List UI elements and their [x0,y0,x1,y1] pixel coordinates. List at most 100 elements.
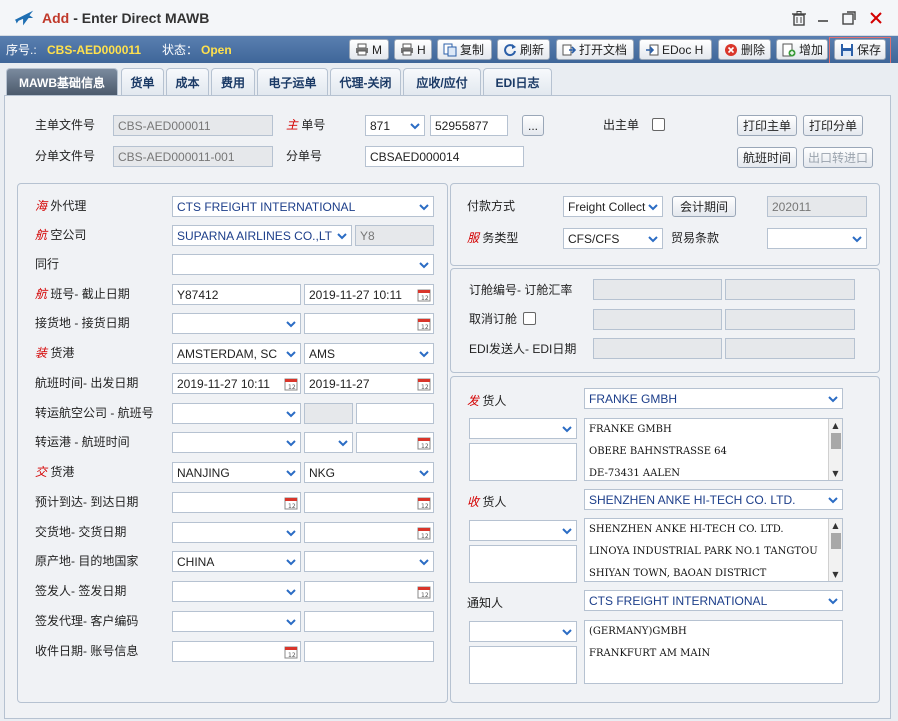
tab-receivable-payable[interactable]: 应收/应付 [403,68,481,95]
tab-edi-log[interactable]: EDI日志 [483,68,552,95]
handover-date-picker[interactable]: 12 [304,522,434,543]
export-to-import-button[interactable]: 出口转进口 [803,147,873,168]
house-no-input[interactable]: CBSAED000014 [365,146,524,167]
handover-place-select[interactable] [172,522,301,543]
minimize-icon[interactable] [813,8,833,28]
tab-mawb-basic[interactable]: MAWB基础信息 [6,68,118,95]
pickup-date-picker[interactable]: 12 [304,313,434,334]
calendar-icon[interactable]: 12 [417,317,431,331]
delivery-port-code-select[interactable]: NKG [304,462,434,483]
receipt-date-picker[interactable]: 12 [172,641,301,662]
transfer-flight-time-picker[interactable]: 12 [356,432,434,453]
calendar-icon[interactable]: 12 [284,377,298,391]
notify-address-textarea[interactable]: (GERMANY)GMBH FRANKFURT AM MAIN [584,620,843,684]
shipper-type-select[interactable] [469,418,577,439]
customer-code-input[interactable] [304,611,434,632]
notify-type-select[interactable] [469,621,577,642]
consignee-select[interactable]: SHENZHEN ANKE HI-TECH CO. LTD. [584,489,843,510]
scrollbar[interactable]: ▲ ▼ [828,519,842,581]
shipper-address-textarea[interactable]: FRANKE GMBH OBERE BAHNSTRASSE 64 DE-7343… [584,418,843,481]
overseas-agent-select[interactable]: CTS FREIGHT INTERNATIONAL [172,196,434,217]
transfer-flight-no-input[interactable] [356,403,434,424]
close-icon[interactable] [866,8,886,28]
transfer-port-code-select[interactable] [304,432,353,453]
add-button[interactable]: 增加 [776,39,828,60]
out-master-label: 出主单 [603,118,640,132]
cancel-booking-checkbox[interactable] [523,312,536,325]
cutoff-date-picker[interactable]: 2019-11-27 10:11 12 [304,284,434,305]
tab-agent-close[interactable]: 代理-关闭 [330,68,401,95]
open-document-button[interactable]: 打开文档 [556,39,634,60]
mawb-more-button[interactable]: ... [522,115,544,136]
issuer-select[interactable] [172,581,301,602]
copy-button[interactable]: 复制 [437,39,492,60]
flight-time-picker[interactable]: 2019-11-27 10:11 12 [172,373,301,394]
peer-select[interactable] [172,254,434,275]
print-master-button[interactable]: 打印主单 [737,115,797,136]
calendar-icon[interactable]: 12 [417,585,431,599]
airline-label: 航 空公司 [35,228,87,242]
print-h-button[interactable]: H [394,39,432,60]
account-info-input[interactable] [304,641,434,662]
load-port-code-select[interactable]: AMS [304,343,434,364]
maximize-icon[interactable] [839,8,859,28]
print-m-button[interactable]: M [349,39,389,60]
calendar-icon[interactable]: 12 [284,645,298,659]
airline-select[interactable]: SUPARNA AIRLINES CO.,LT [172,225,352,246]
mawb-number-input[interactable]: 52955877 [430,115,508,136]
departure-date-picker[interactable]: 2019-11-27 12 [304,373,434,394]
destination-country-select[interactable] [304,551,434,572]
chevron-down-icon [284,585,298,599]
load-port-select[interactable]: AMSTERDAM, SC [172,343,301,364]
eta-date-picker[interactable]: 12 [172,492,301,513]
tab-cost[interactable]: 成本 [166,68,209,95]
issuing-agent-select[interactable] [172,611,301,632]
mawb-prefix-select[interactable]: 871 [365,115,425,136]
calendar-icon[interactable]: 12 [417,526,431,540]
notify-party-select[interactable]: CTS FREIGHT INTERNATIONAL [584,590,843,611]
edi-sender-label: EDI发送人- EDI日期 [469,342,577,356]
out-master-checkbox[interactable] [652,118,665,131]
flight-time-button[interactable]: 航班时间 [737,147,797,168]
shipper-select[interactable]: FRANKE GMBH [584,388,843,409]
trade-terms-select[interactable] [767,228,867,249]
origin-country-select[interactable]: CHINA [172,551,301,572]
issue-date-picker[interactable]: 12 [304,581,434,602]
chevron-down-icon [335,229,349,243]
title-bar: Add - Enter Direct MAWB [0,0,898,36]
calendar-icon[interactable]: 12 [417,496,431,510]
pickup-place-select[interactable] [172,313,301,334]
delivery-port-select[interactable]: NANJING [172,462,301,483]
peer-label: 同行 [35,257,60,271]
payment-method-select[interactable]: Freight Collect [563,196,663,217]
consignee-note-textarea[interactable] [469,545,577,583]
flight-no-input[interactable]: Y87412 [172,284,301,305]
load-port-label: 装 货港 [35,346,75,360]
main-form: 主单文件号 CBS-AED000011 主 单号 871 52955877 ..… [4,95,891,719]
edoc-h-button[interactable]: EDoc H [639,39,712,60]
transfer-port-select[interactable] [172,432,301,453]
accounting-period-button[interactable]: 会计期间 [672,196,736,217]
shipper-note-textarea[interactable] [469,443,577,481]
calendar-icon[interactable]: 12 [417,436,431,450]
calendar-icon[interactable]: 12 [417,288,431,302]
tab-charges[interactable]: 费用 [211,68,255,95]
house-file-field: CBS-AED000011-001 [113,146,273,167]
calendar-icon[interactable]: 12 [284,496,298,510]
tab-cargo[interactable]: 货单 [121,68,164,95]
calendar-icon[interactable]: 12 [417,377,431,391]
print-house-button[interactable]: 打印分单 [803,115,863,136]
refresh-button[interactable]: 刷新 [497,39,550,60]
chevron-down-icon [284,317,298,331]
consignee-type-select[interactable] [469,520,577,541]
arrival-date-picker[interactable]: 12 [304,492,434,513]
notify-note-textarea[interactable] [469,646,577,684]
delete-button[interactable]: 删除 [718,39,771,60]
consignee-address-textarea[interactable]: SHENZHEN ANKE HI-TECH CO. LTD. LINOYA IN… [584,518,843,582]
trash-icon[interactable] [789,8,809,28]
service-type-select[interactable]: CFS/CFS [563,228,663,249]
transfer-airline-select[interactable] [172,403,301,424]
save-button[interactable]: 保存 [834,39,886,60]
tab-e-waybill[interactable]: 电子运单 [257,68,328,95]
scrollbar[interactable]: ▲ ▼ [828,419,842,480]
